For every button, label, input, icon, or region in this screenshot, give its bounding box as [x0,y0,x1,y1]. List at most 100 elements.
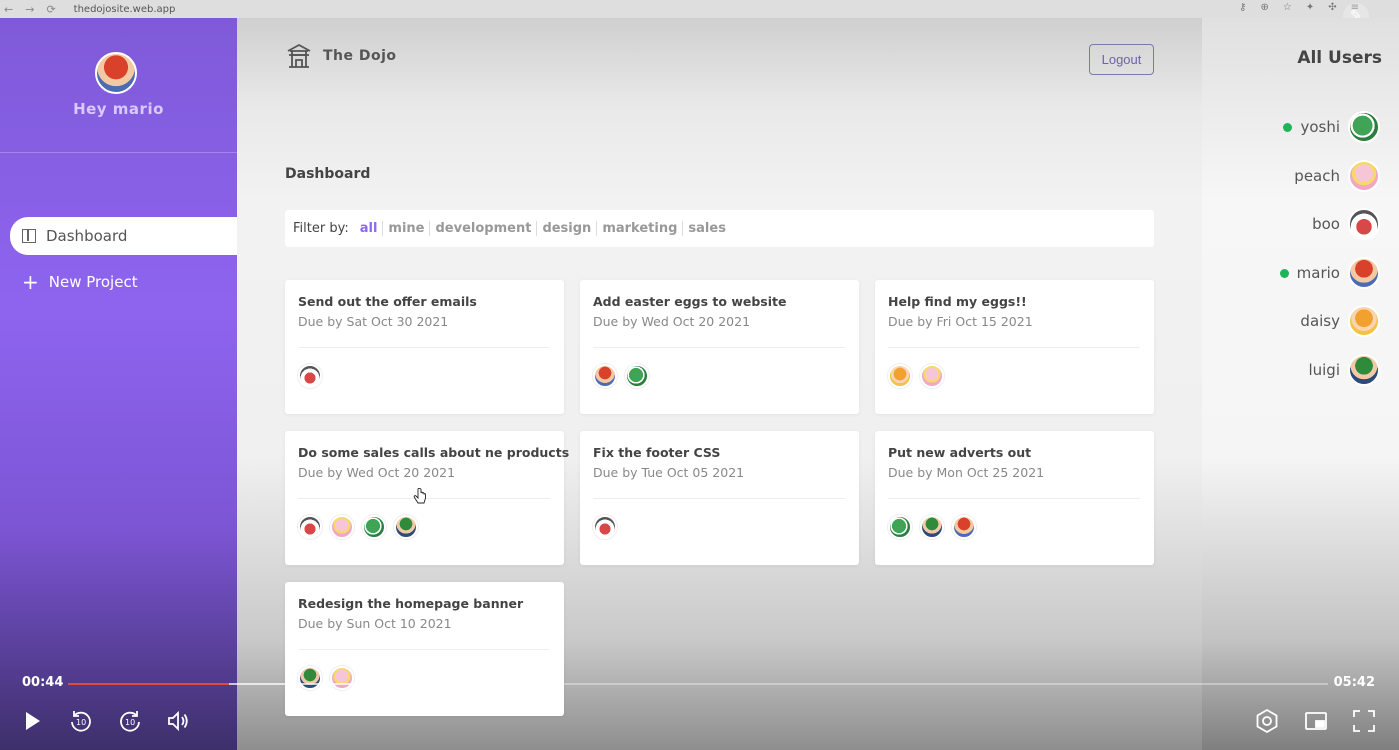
sidebar-item-new-project[interactable]: + New Project [10,263,237,301]
logout-button[interactable]: Logout [1089,44,1154,75]
volume-button[interactable] [163,706,193,736]
picture-in-picture-icon [1305,712,1327,730]
plus-icon: + [22,270,39,294]
assigned-users [298,515,418,539]
assigned-users [593,364,649,388]
brand-name: The Dojo [323,48,397,64]
picture-in-picture-button[interactable] [1301,706,1331,736]
project-card[interactable]: Send out the offer emails Due by Sat Oct … [285,280,564,414]
temple-icon [285,42,313,70]
seek-bar[interactable] [68,683,1328,685]
volume-icon [168,710,188,732]
user-name: luigi [1308,361,1340,379]
sidebar-item-label: New Project [48,273,138,291]
project-due-date: Due by Sun Oct 10 2021 [298,616,452,631]
user-name: mario [1296,264,1340,282]
user-item-yoshi: yoshi [1283,110,1380,144]
filter-option-all[interactable]: all [355,221,384,236]
project-due-date: Due by Wed Oct 20 2021 [298,465,456,480]
project-card[interactable]: Redesign the homepage banner Due by Sun O… [285,582,564,716]
assigned-user-avatar-peach [330,666,354,690]
project-title: Put new adverts out [888,445,1032,460]
project-due-date: Due by Sat Oct 30 2021 [298,314,449,329]
total-time: 05:42 [1333,675,1375,690]
project-card[interactable]: Add easter eggs to website Due by Wed Oct… [580,280,859,414]
rewind-10-button[interactable]: 10 [66,706,96,736]
user-item-mario: mario [1279,256,1380,290]
assigned-users [298,364,322,388]
filter-option-development[interactable]: development [430,221,538,236]
main-content: The Dojo Logout Dashboard Filter by: all… [237,18,1202,750]
card-divider [593,347,845,348]
user-name: peach [1294,167,1340,185]
user-item-boo: boo [1312,207,1380,241]
project-due-date: Due by Mon Oct 25 2021 [888,465,1045,480]
filter-option-mine[interactable]: mine [383,221,431,236]
project-due-date: Due by Fri Oct 15 2021 [888,314,1033,329]
zoom-icon[interactable]: ⊕ [1260,2,1268,13]
assigned-user-avatar-daisy [888,364,912,388]
settings-icon [1256,708,1278,734]
assigned-users [888,364,944,388]
user-name: daisy [1300,312,1340,330]
user-item-luigi: luigi [1308,353,1380,387]
card-divider [298,347,550,348]
project-card[interactable]: Put new adverts out Due by Mon Oct 25 202… [875,431,1154,565]
filter-label: Filter by: [293,221,349,236]
played-range [68,683,230,685]
reload-icon[interactable]: ⟳ [46,3,55,16]
assigned-user-avatar-luigi [394,515,418,539]
forward-10-icon: 10 [120,711,140,732]
brand-logo[interactable]: The Dojo [285,42,397,70]
filter-option-sales[interactable]: sales [683,221,731,236]
svg-text:10: 10 [125,718,135,727]
sidebar-divider [0,152,237,153]
puzzle-icon[interactable]: ✣ [1328,2,1336,13]
project-card[interactable]: Fix the footer CSS Due by Tue Oct 05 2021 [580,431,859,565]
user-item-peach: peach [1294,159,1380,193]
assigned-users [888,515,976,539]
user-avatar-yoshi [1348,111,1380,143]
user-avatar-luigi [1348,354,1380,386]
filter-option-marketing[interactable]: marketing [597,221,684,236]
forward-10-button[interactable]: 10 [115,706,145,736]
sidebar: Hey mario Dashboard + New Project [0,18,237,750]
assigned-user-avatar-yoshi [888,515,912,539]
project-card[interactable]: Help find my eggs!! Due by Fri Oct 15 202… [875,280,1154,414]
extension-icon[interactable]: ✦ [1306,2,1314,13]
rewind-10-icon: 10 [71,711,91,732]
project-due-date: Due by Tue Oct 05 2021 [593,465,745,480]
project-title: Send out the offer emails [298,294,477,309]
star-icon[interactable]: ☆ [1283,2,1292,13]
filter-option-design[interactable]: design [537,221,598,236]
online-status-icon [1279,268,1289,278]
assigned-users [593,515,617,539]
fullscreen-icon [1353,710,1375,732]
assigned-users [298,666,354,690]
user-name: boo [1312,215,1340,233]
sidebar-item-label: Dashboard [46,227,128,245]
project-filter: Filter by: all mine development design m… [285,210,1154,247]
key-icon[interactable]: ⚷ [1239,2,1246,13]
assigned-user-avatar-yoshi [625,364,649,388]
assigned-user-avatar-yoshi [362,515,386,539]
forward-icon[interactable]: → [25,3,34,16]
project-due-date: Due by Wed Oct 20 2021 [593,314,751,329]
back-icon[interactable]: ← [4,3,13,16]
play-icon [26,712,40,730]
user-avatar-peach [1348,160,1380,192]
assigned-user-avatar-luigi [920,515,944,539]
svg-text:10: 10 [76,718,86,727]
play-button[interactable] [17,706,47,736]
user-item-daisy: daisy [1300,304,1380,338]
user-avatar-daisy [1348,305,1380,337]
user-avatar-mario [1348,257,1380,289]
project-title: Do some sales calls about ne products [298,445,570,460]
settings-button[interactable] [1252,706,1282,736]
sidebar-item-dashboard[interactable]: Dashboard [10,217,237,255]
fullscreen-button[interactable] [1349,706,1379,736]
assigned-user-avatar-mario [952,515,976,539]
assigned-user-avatar-peach [920,364,944,388]
users-panel: All Users yoshi peach boo mario daisy luigi [1202,18,1399,750]
address-bar[interactable]: thedojosite.web.app [74,4,176,15]
